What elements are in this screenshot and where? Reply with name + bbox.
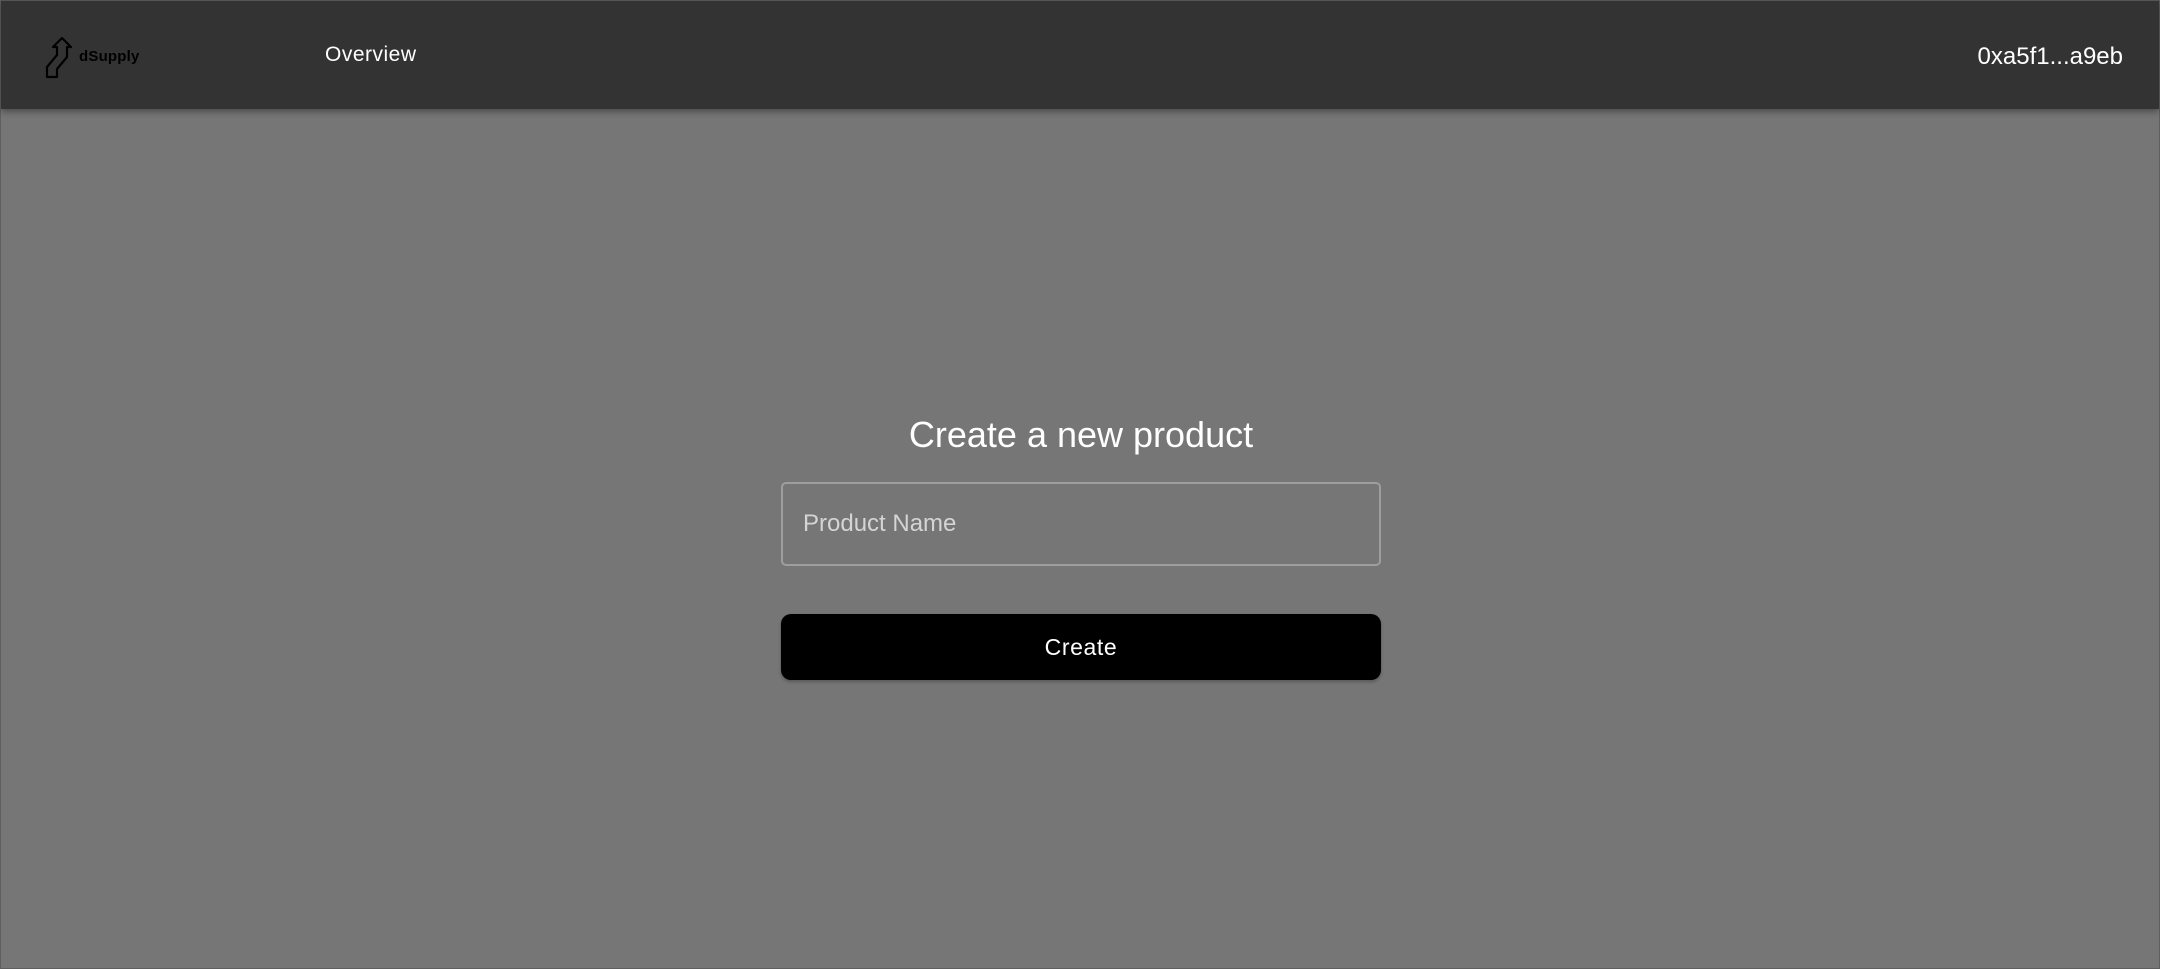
nav-link-overview[interactable]: Overview — [325, 42, 417, 68]
product-name-field — [781, 482, 1381, 566]
create-product-form: Create a new product Create — [781, 410, 1381, 680]
top-navbar: dSupply Overview 0xa5f1...a9eb — [1, 0, 2159, 109]
create-button[interactable]: Create — [781, 614, 1381, 680]
wallet-address[interactable]: 0xa5f1...a9eb — [1978, 43, 2123, 71]
brand-logo[interactable]: dSupply — [43, 37, 140, 79]
page-title: Create a new product — [908, 414, 1254, 455]
product-name-input[interactable] — [783, 484, 1379, 564]
brand-name: dSupply — [79, 47, 140, 65]
arrow-up-path-icon — [43, 37, 77, 79]
app-root: dSupply Overview 0xa5f1...a9eb Create a … — [0, 0, 2160, 969]
